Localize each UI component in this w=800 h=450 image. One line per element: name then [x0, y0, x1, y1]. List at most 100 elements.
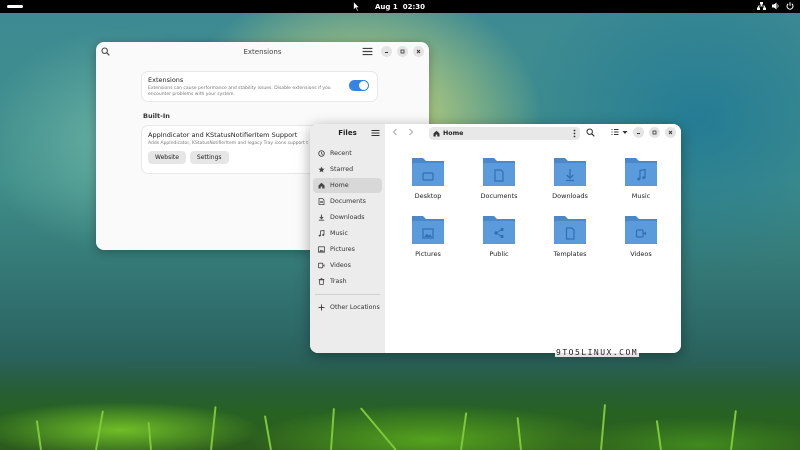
- master-title: Extensions: [148, 76, 184, 84]
- folder-public[interactable]: Public: [464, 212, 534, 258]
- sidebar-header: Files: [310, 124, 385, 142]
- clock-time: 02:30: [402, 2, 426, 11]
- sidebar-item-label: Recent: [330, 150, 352, 157]
- public-folder-icon: [483, 216, 515, 244]
- templates-folder-icon: [554, 216, 586, 244]
- sidebar-item-downloads[interactable]: Downloads: [313, 210, 382, 225]
- sidebar-list: Recent Starred Home Documents Downloads Music…: [310, 146, 385, 289]
- maximize-button[interactable]: [649, 127, 660, 138]
- sidebar-item-label: Trash: [330, 278, 347, 285]
- folder-documents[interactable]: Documents: [464, 154, 534, 200]
- grass-blade: [263, 415, 272, 450]
- documents-folder-icon: [483, 158, 515, 186]
- files-sidebar: Files Recent Starred Home Documents Download…: [310, 124, 385, 353]
- home-icon: [433, 130, 440, 137]
- sidebar-item-music[interactable]: Music: [313, 226, 382, 241]
- pictures-folder-icon: [412, 216, 444, 244]
- video-icon: [318, 262, 325, 269]
- more-options-icon[interactable]: [573, 129, 576, 138]
- system-tray[interactable]: [757, 2, 794, 10]
- clock-date: Aug 1: [374, 2, 398, 11]
- settings-button[interactable]: Settings: [189, 151, 229, 164]
- sidebar-title: Files: [338, 129, 357, 137]
- folder-desktop[interactable]: Desktop: [393, 154, 463, 200]
- maximize-button[interactable]: [397, 46, 408, 57]
- search-icon[interactable]: [586, 128, 595, 137]
- maximize-icon: [400, 49, 405, 54]
- sidebar-item-label: Pictures: [330, 246, 355, 253]
- folder-music[interactable]: Music: [606, 154, 676, 200]
- minimize-button[interactable]: [381, 46, 392, 57]
- section-label: Built-In: [143, 112, 170, 120]
- grass-blade: [460, 412, 468, 450]
- sidebar-item-label: Music: [330, 230, 348, 237]
- top-bar: Aug 1 02:30: [0, 0, 800, 13]
- clock[interactable]: Aug 1 02:30: [375, 3, 425, 11]
- path-bar[interactable]: Home: [429, 127, 580, 140]
- view-options[interactable]: [611, 128, 628, 136]
- back-button[interactable]: [392, 128, 398, 138]
- sidebar-item-other-locations[interactable]: Other Locations: [313, 300, 382, 315]
- files-main: Home Desktop Documents Downloads Music Pictu…: [385, 124, 681, 353]
- folder-label: Public: [489, 250, 509, 258]
- wallpaper-grass: [0, 360, 800, 450]
- sidebar-item-videos[interactable]: Videos: [313, 258, 382, 273]
- extensions-master-card: Extensions Extensions can cause performa…: [142, 72, 377, 101]
- mouse-cursor-icon: [353, 1, 360, 12]
- volume-icon: [772, 2, 779, 10]
- sidebar-divider: [315, 294, 380, 295]
- minimize-icon: [637, 133, 640, 134]
- desktop-folder-icon: [412, 158, 444, 186]
- extensions-title: Extensions: [243, 48, 282, 56]
- folder-label: Documents: [480, 192, 518, 200]
- website-button[interactable]: Website: [148, 151, 186, 164]
- extensions-toggle[interactable]: [349, 80, 369, 91]
- grass-blade: [655, 420, 662, 450]
- grass-blade: [210, 406, 217, 450]
- sidebar-item-label: Starred: [330, 166, 354, 173]
- trash-icon: [318, 278, 325, 285]
- grass-blade: [95, 410, 104, 450]
- activities-indicator[interactable]: [7, 5, 23, 8]
- extensions-header: Extensions: [96, 42, 429, 62]
- search-icon[interactable]: [101, 47, 110, 56]
- watermark: 9TO5LINUX.COM: [555, 348, 640, 357]
- sidebar-item-recent[interactable]: Recent: [313, 146, 382, 161]
- hamburger-menu-icon[interactable]: [362, 46, 373, 57]
- maximize-icon: [652, 130, 657, 135]
- master-description: Extensions can cause performance and sta…: [148, 86, 331, 97]
- folder-pictures[interactable]: Pictures: [393, 212, 463, 258]
- clock-icon: [318, 150, 325, 157]
- folder-label: Desktop: [414, 192, 442, 200]
- folder-label: Templates: [553, 250, 587, 258]
- sidebar-item-label: Other Locations: [330, 304, 380, 311]
- downloads-folder-icon: [554, 158, 586, 186]
- close-icon: [668, 130, 673, 135]
- forward-button[interactable]: [408, 128, 414, 138]
- path-label: Home: [443, 130, 464, 137]
- folder-templates[interactable]: Templates: [535, 212, 605, 258]
- grass-blade: [330, 408, 335, 450]
- folder-videos[interactable]: Videos: [606, 212, 676, 258]
- hamburger-menu-icon[interactable]: [371, 129, 380, 137]
- folder-downloads[interactable]: Downloads: [535, 154, 605, 200]
- sidebar-item-starred[interactable]: Starred: [313, 162, 382, 177]
- folder-label: Music: [631, 192, 651, 200]
- home-icon: [318, 182, 325, 189]
- picture-icon: [318, 246, 325, 253]
- folder-label: Videos: [630, 250, 652, 258]
- files-window: Files Recent Starred Home Documents Download…: [310, 124, 681, 353]
- chevron-down-icon: [622, 130, 628, 134]
- close-icon: [416, 49, 421, 54]
- sidebar-item-home[interactable]: Home: [313, 178, 382, 193]
- close-button[interactable]: [413, 46, 424, 57]
- sidebar-item-trash[interactable]: Trash: [313, 274, 382, 289]
- document-icon: [318, 198, 325, 205]
- sidebar-item-label: Videos: [330, 262, 351, 269]
- close-button[interactable]: [665, 127, 676, 138]
- sidebar-item-documents[interactable]: Documents: [313, 194, 382, 209]
- grass-blade: [35, 420, 42, 450]
- minimize-button[interactable]: [633, 127, 644, 138]
- sidebar-item-pictures[interactable]: Pictures: [313, 242, 382, 257]
- folder-label: Downloads: [552, 192, 588, 200]
